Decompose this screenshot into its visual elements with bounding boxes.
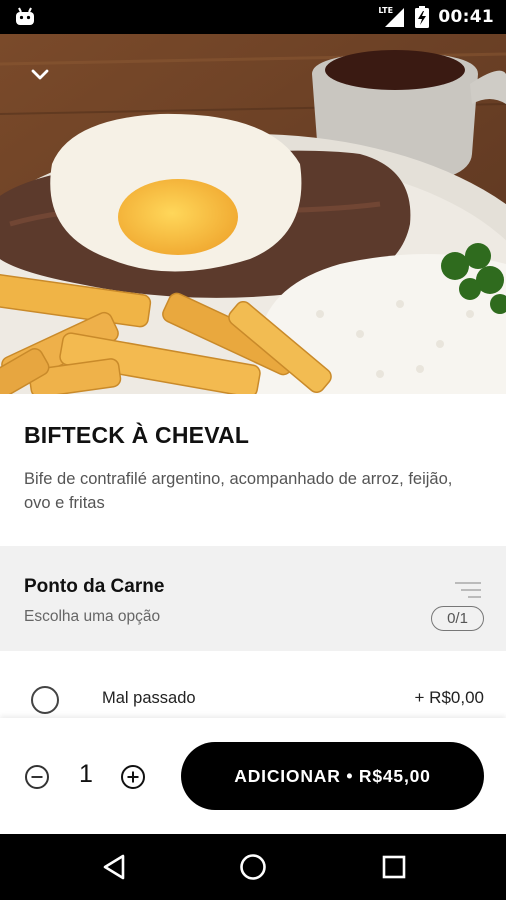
option-group-title: Ponto da Carne xyxy=(24,576,165,597)
collapse-button[interactable] xyxy=(22,60,58,90)
option-group-header: Ponto da Carne Escolha uma opção 0/1 xyxy=(0,546,506,651)
back-triangle-icon xyxy=(103,854,125,880)
option-price: + R$0,00 xyxy=(414,688,484,707)
dish-photo-illustration xyxy=(0,34,506,394)
status-time: 00:41 xyxy=(438,7,494,27)
dish-title: BIFTECK À CHEVAL xyxy=(24,422,250,448)
nav-recents-button[interactable] xyxy=(377,850,411,884)
plus-circle-icon[interactable] xyxy=(120,764,146,790)
home-circle-icon xyxy=(240,854,266,880)
lte-signal-icon: LTE xyxy=(378,6,406,28)
option-group-subtitle: Escolha uma opção xyxy=(24,608,161,625)
selection-count-badge: 0/1 xyxy=(431,606,484,631)
option-radio[interactable] xyxy=(31,686,59,714)
android-icon xyxy=(16,7,34,25)
sort-lines-icon xyxy=(455,582,481,598)
dish-description: Bife de contrafilé argentino, acompanhad… xyxy=(24,470,453,512)
nav-back-button[interactable] xyxy=(97,850,131,884)
bottom-action-bar: 1 ADICIONAR • R$45,00 xyxy=(0,718,506,834)
chevron-down-icon xyxy=(31,69,49,80)
recents-square-icon xyxy=(382,855,406,879)
option-label: Mal passado xyxy=(102,689,196,707)
quantity-value: 1 xyxy=(79,760,93,788)
minus-circle-icon[interactable] xyxy=(24,764,50,790)
status-bar: LTE 00:41 xyxy=(0,0,506,34)
nav-home-button[interactable] xyxy=(236,850,270,884)
add-to-cart-button[interactable]: ADICIONAR • R$45,00 xyxy=(181,742,484,810)
battery-charging-icon xyxy=(415,6,430,28)
system-nav-bar xyxy=(0,834,506,900)
dish-photo xyxy=(0,34,506,394)
